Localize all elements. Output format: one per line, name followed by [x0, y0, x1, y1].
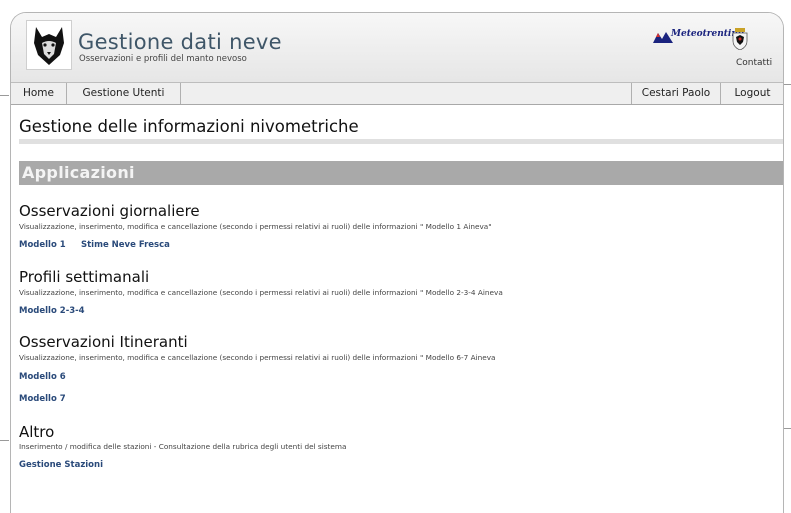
section-header: Applicazioni	[19, 161, 783, 185]
group-title-osservazioni-itineranti: Osservazioni Itineranti	[19, 333, 188, 351]
section-title: Applicazioni	[22, 163, 135, 182]
group-description: Visualizzazione, inserimento, modifica e…	[19, 353, 496, 362]
group-description: Visualizzazione, inserimento, modifica e…	[19, 222, 492, 231]
app-subtitle: Osservazioni e profili del manto nevoso	[79, 54, 247, 64]
group-description: Visualizzazione, inserimento, modifica e…	[19, 288, 503, 297]
header: Gestione dati neve Osservazioni e profil…	[11, 13, 783, 83]
husky-icon	[34, 27, 64, 65]
nav-home[interactable]: Home	[11, 83, 67, 104]
nav-gestione-utenti[interactable]: Gestione Utenti	[67, 83, 181, 104]
group-title-profili-settimanali: Profili settimanali	[19, 268, 150, 286]
link-modello-7[interactable]: Modello 7	[19, 394, 66, 404]
link-modello-2-3-4[interactable]: Modello 2-3-4	[19, 306, 85, 316]
title-divider	[19, 139, 783, 144]
group-description: Inserimento / modifica delle stazioni - …	[19, 442, 347, 451]
edge-line-left-top	[0, 95, 9, 96]
link-modello-1[interactable]: Modello 1	[19, 240, 66, 250]
coat-of-arms-icon	[732, 28, 748, 50]
group-title-altro: Altro	[19, 423, 55, 441]
app-logo	[26, 20, 72, 70]
logout-button[interactable]: Logout	[720, 83, 783, 104]
link-modello-6[interactable]: Modello 6	[19, 372, 66, 382]
edge-line-left-bottom	[0, 440, 9, 441]
page-frame: Gestione dati neve Osservazioni e profil…	[10, 12, 784, 513]
app-title: Gestione dati neve	[78, 30, 282, 54]
page-title: Gestione delle informazioni nivometriche	[19, 117, 359, 136]
contact-link[interactable]: Contatti	[736, 58, 772, 68]
user-name: Cestari Paolo	[631, 83, 720, 104]
link-gestione-stazioni[interactable]: Gestione Stazioni	[19, 460, 103, 470]
navbar: Home Gestione Utenti Cestari Paolo Logou…	[11, 83, 783, 105]
link-stime-neve-fresca[interactable]: Stime Neve Fresca	[81, 240, 170, 250]
group-title-osservazioni-giornaliere: Osservazioni giornaliere	[19, 202, 200, 220]
